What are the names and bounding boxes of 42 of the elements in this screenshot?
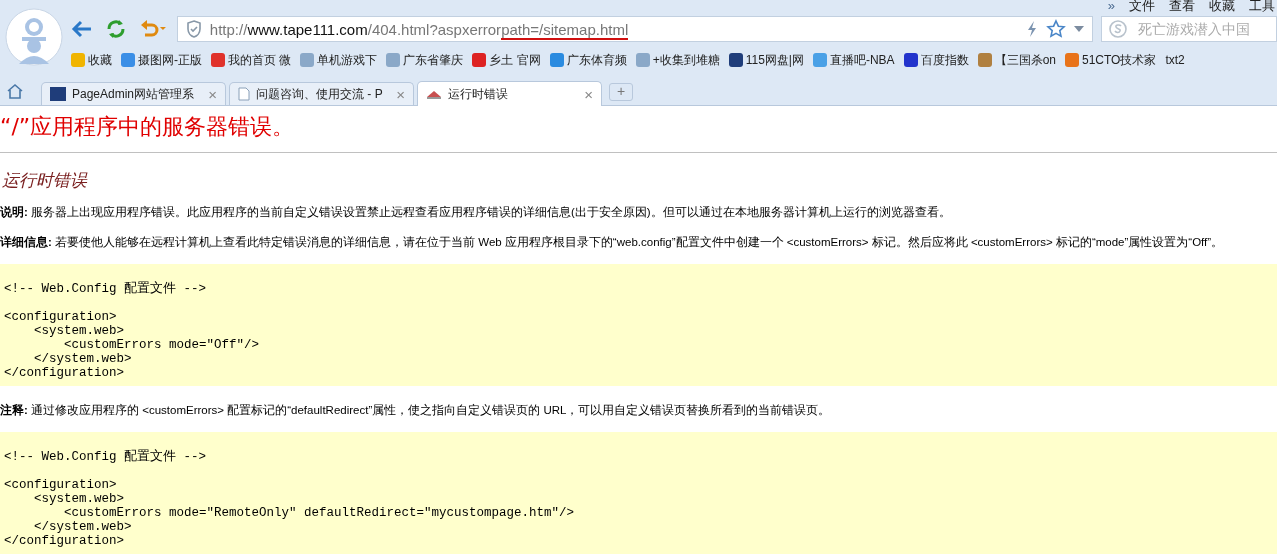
browser-tab[interactable]: 运行时错误 × (417, 81, 602, 106)
site-logo-icon (426, 89, 442, 99)
code-block: <!-- Web.Config 配置文件 --> <configuration> <system.web> <customErrors mode="RemoteOnly" defaultRedirect="mycustompage.htm"/> </system.web> </configuration> (0, 432, 1277, 554)
bookmark-link[interactable]: 广东体育频 (549, 51, 627, 69)
dropdown-caret-icon[interactable] (1074, 26, 1084, 32)
paragraph: 说明: 服务器上出现应用程序错误。此应用程序的当前自定义错误设置禁止远程查看应用程序错误的详细信息(出于安全原因)。但可以通过在本地服务器计算机上运行的浏览器查看。 (0, 205, 952, 220)
more-menu-button[interactable]: » (1107, 0, 1115, 12)
bookmark-link[interactable]: 我的首页 微 (211, 51, 292, 69)
tab-close-button[interactable]: × (584, 85, 593, 103)
menu-item[interactable]: 查看 (1169, 0, 1195, 12)
lightning-icon[interactable] (1026, 20, 1038, 38)
bookmark-link[interactable]: txt2 (1165, 53, 1185, 67)
browser-tab[interactable]: PageAdmin网站管理系 × (41, 82, 226, 105)
bookmark-link[interactable]: 收藏 (71, 51, 112, 69)
shield-icon (185, 20, 202, 38)
bookmark-link[interactable]: +收集到堆糖 (635, 51, 720, 69)
browser-tab[interactable]: 问题咨询、使用交流 - P × (229, 82, 414, 105)
back-arrow-icon[interactable] (71, 20, 93, 38)
home-icon[interactable] (6, 83, 24, 99)
pa-logo-icon (50, 87, 66, 101)
bookmark-link[interactable]: 百度指数 (903, 51, 969, 69)
bookmark-link[interactable]: 单机游戏下 (300, 51, 378, 69)
bookmark-link[interactable]: 【三国杀on (977, 51, 1056, 69)
menu-item[interactable]: 收藏 (1209, 0, 1235, 12)
avatar-icon[interactable] (5, 8, 63, 66)
search-engine-icon (1108, 19, 1128, 39)
bookmark-link[interactable]: 直播吧-NBA (812, 51, 895, 69)
address-bar[interactable]: http://www.tape111.com/404.html?aspxerrorpath=/sitemap.html (176, 16, 1093, 42)
url-text: http://www.tape111.com/404.html?aspxerrorpath=/sitemap.html (209, 20, 629, 38)
menu-item[interactable]: 工具 (1249, 0, 1275, 12)
error-title: 运行时错误 (2, 170, 89, 192)
bookmark-link[interactable]: 115网盘|网 (728, 51, 804, 69)
bookmark-link[interactable]: 广东省肇庆 (386, 51, 464, 69)
bookmark-link[interactable]: 乡土 官网 (472, 51, 541, 69)
bookmark-link[interactable]: 51CTO技术家 (1065, 51, 1157, 69)
page-heading: “/”应用程序中的服务器错误。 (0, 113, 296, 141)
paragraph: 详细信息: 若要使他人能够在远程计算机上查看此特定错误消息的详细信息，请在位于当前 Web 应用程序根目录下的“web.config”配置文件中创建一个 <customErrors> 标记。然后应将此 <customErrors> 标记的“mode”属性设置为“Off”。 (0, 234, 1225, 250)
search-field[interactable]: 死亡游戏潜入中国 (1101, 16, 1277, 42)
code-block: <!-- Web.Config 配置文件 --> <configuration> <system.web> <customErrors mode="Off"/> </system.web> </configuration> (0, 264, 1277, 386)
bookmark-link[interactable]: 摄图网-正版 (121, 51, 202, 69)
paragraph: 注释: 通过修改应用程序的 <customErrors> 配置标记的“defaultRedirect”属性，使之指向自定义错误页的 URL，可以用自定义错误页替换所看到的当前错误页。 (0, 402, 832, 418)
new-tab-button[interactable]: + (609, 83, 633, 101)
